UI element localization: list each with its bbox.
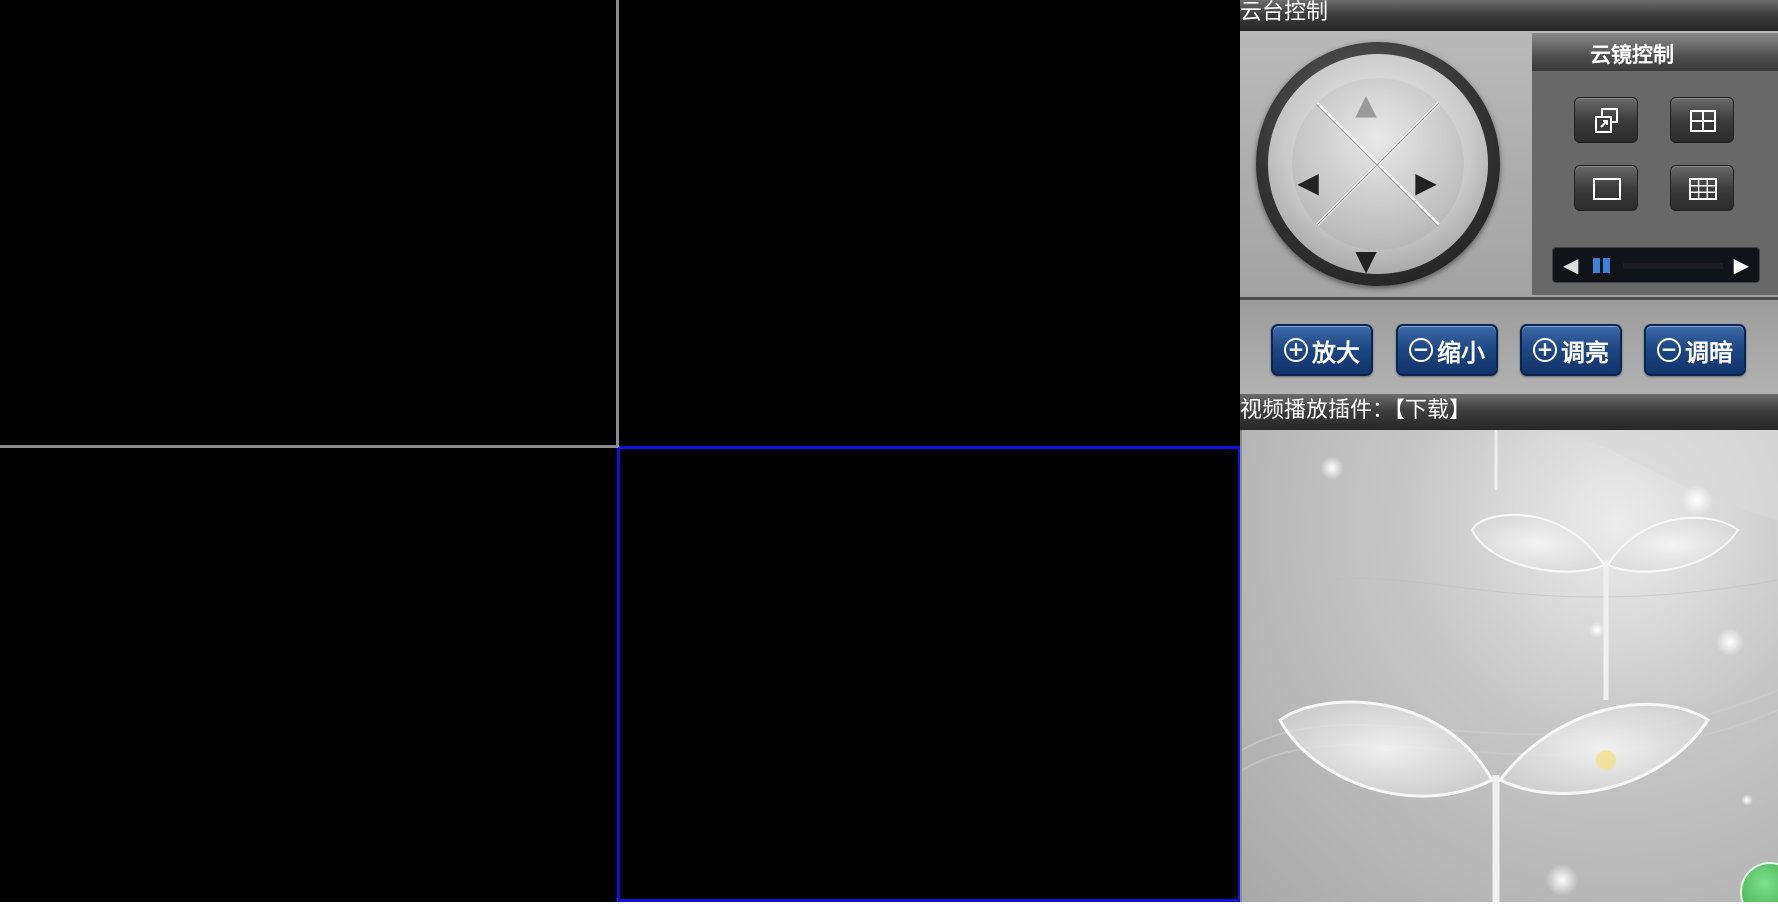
control-panel: 云台控制 ▲ ▼ ◀ ▶ 云镜控制 ◀ ▶ + 放大 − 缩小 + 调亮 − 调… xyxy=(1240,0,1778,902)
pan-right-button[interactable]: ▶ xyxy=(1396,152,1456,212)
video-cell-2[interactable] xyxy=(619,0,1240,446)
grid-divider-horizontal xyxy=(0,445,618,448)
plugin-titlebar: 视频播放插件：【下载】 xyxy=(1240,394,1778,430)
grid-2x2-icon xyxy=(1690,110,1716,132)
ptz-title: 云台控制 xyxy=(1240,0,1329,25)
popout-window-button[interactable] xyxy=(1574,97,1638,143)
decorative-wallpaper xyxy=(1242,430,1778,902)
page-scroller: ◀ ▶ xyxy=(1552,247,1760,283)
brighten-label: 调亮 xyxy=(1561,338,1609,367)
video-cell-1[interactable] xyxy=(0,0,617,446)
zoom-in-button[interactable]: + 放大 xyxy=(1271,324,1373,376)
pan-up-button[interactable]: ▲ xyxy=(1336,74,1396,134)
brighten-button[interactable]: + 调亮 xyxy=(1520,324,1622,376)
zoom-brightness-bar: + 放大 − 缩小 + 调亮 − 调暗 xyxy=(1240,297,1778,394)
sprout-illustration xyxy=(1242,430,1778,902)
plugin-label: 视频播放插件：【下载】 xyxy=(1240,397,1471,425)
page-track[interactable] xyxy=(1623,263,1723,269)
pan-left-button[interactable]: ◀ xyxy=(1278,152,1338,212)
page-indicator xyxy=(1593,258,1615,273)
pan-down-button[interactable]: ▼ xyxy=(1336,230,1396,290)
layout-1-button[interactable] xyxy=(1574,165,1638,211)
arrow-right-icon: ▶ xyxy=(1415,165,1437,199)
ptz-area: ▲ ▼ ◀ ▶ 云镜控制 ◀ ▶ xyxy=(1240,31,1778,297)
zoom-in-label: 放大 xyxy=(1312,338,1360,367)
darken-label: 调暗 xyxy=(1685,338,1733,367)
minus-circle-icon: − xyxy=(1409,338,1433,362)
popout-window-icon xyxy=(1595,108,1618,133)
single-view-icon xyxy=(1593,178,1621,200)
plus-circle-icon: + xyxy=(1533,338,1557,362)
lens-control-box: 云镜控制 ◀ ▶ xyxy=(1532,33,1778,295)
plugin-download-link[interactable]: 【下载】 xyxy=(1394,398,1471,423)
video-cell-4-selected[interactable] xyxy=(617,446,1241,902)
prev-page-button[interactable]: ◀ xyxy=(1563,253,1587,279)
lens-title: 云镜控制 xyxy=(1590,43,1674,67)
lens-header: 云镜控制 xyxy=(1532,33,1778,71)
arrow-down-icon: ▼ xyxy=(1355,243,1377,277)
zoom-out-label: 缩小 xyxy=(1437,338,1485,367)
grid-divider-vertical xyxy=(616,0,619,447)
ptz-joystick: ▲ ▼ ◀ ▶ xyxy=(1256,42,1500,286)
video-cell-3[interactable] xyxy=(0,449,617,902)
plus-circle-icon: + xyxy=(1284,338,1308,362)
zoom-out-button[interactable]: − 缩小 xyxy=(1396,324,1498,376)
lens-body: ◀ ▶ xyxy=(1532,71,1778,295)
darken-button[interactable]: − 调暗 xyxy=(1644,324,1746,376)
plugin-label-text: 视频播放插件： xyxy=(1240,398,1395,423)
next-page-button[interactable]: ▶ xyxy=(1725,253,1749,279)
arrow-left-icon: ◀ xyxy=(1297,165,1319,199)
grid-3x3-icon xyxy=(1689,178,1717,200)
arrow-up-icon: ▲ xyxy=(1355,87,1377,121)
layout-9-button[interactable] xyxy=(1670,165,1734,211)
ptz-titlebar: 云台控制 xyxy=(1240,0,1778,31)
layout-4-button[interactable] xyxy=(1670,97,1734,143)
video-grid xyxy=(0,0,1241,902)
minus-circle-icon: − xyxy=(1657,338,1681,362)
